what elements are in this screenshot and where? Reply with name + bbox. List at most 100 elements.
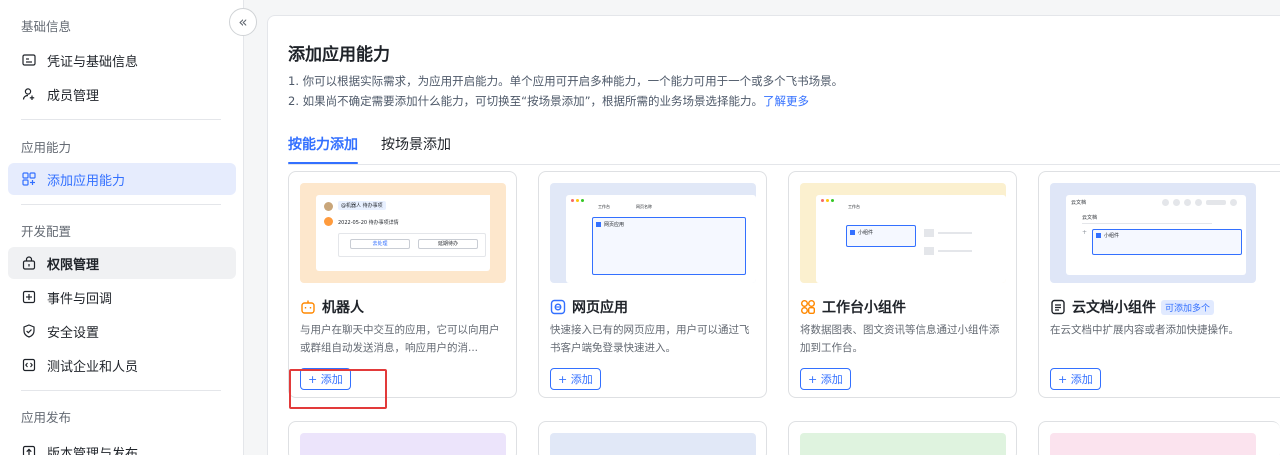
capability-card-row2[interactable] xyxy=(288,421,517,455)
id-card-icon xyxy=(22,53,36,67)
avatar xyxy=(324,202,333,211)
preview-square xyxy=(1096,233,1101,238)
preview-window: 工作台 小组件 xyxy=(816,195,1006,283)
doc-widget-icon xyxy=(1050,299,1066,315)
event-icon xyxy=(22,290,36,304)
tab-divider xyxy=(288,164,1280,165)
sidebar-item-release[interactable]: 版本管理与发布 xyxy=(8,436,236,455)
sidebar-item-label: 测试企业和人员 xyxy=(47,359,139,375)
add-web-app-button[interactable]: + 添加 xyxy=(550,368,601,390)
group-title-basic: 基础信息 xyxy=(21,19,72,34)
sidebar-item-add-capability[interactable]: 添加应用能力 xyxy=(8,163,236,195)
preview-app-label: 网页应用 xyxy=(604,222,625,228)
capability-card-workplace-widget[interactable]: 工作台 小组件 工作台小组件 将数据图表、图文资讯等信息通过小组件添加到工作台。… xyxy=(788,171,1017,398)
card-title: 网页应用 xyxy=(550,297,628,317)
card-preview-strip xyxy=(1050,433,1256,455)
preview-placeholder xyxy=(924,229,934,237)
preview-widget-box xyxy=(846,225,916,247)
learn-more-link[interactable]: 了解更多 xyxy=(763,94,809,108)
preview-tab-1: 工作台 xyxy=(598,204,610,209)
tab-by-capability[interactable]: 按能力添加 xyxy=(288,134,358,164)
sidebar-item-permissions[interactable]: 权限管理 xyxy=(8,247,236,279)
card-description: 与用户在聊天中交互的应用，它可以向用户或群组自动发送消息，响应用户的消... xyxy=(300,324,500,354)
preview-chat-card: @机器人 待办事项 2022-05-20 待办事项详情 去处理 延期待办 xyxy=(316,195,490,271)
sidebar-item-security[interactable]: 安全设置 xyxy=(8,315,236,347)
preview-placeholder xyxy=(1206,200,1226,205)
widget-icon xyxy=(800,299,816,315)
sidebar-item-test-tenants[interactable]: 测试企业和人员 xyxy=(8,349,236,381)
preview-window: 工作台 网页名称 网页应用 xyxy=(566,195,756,283)
card-description: 在云文档中扩展内容或者添加快捷操作。 xyxy=(1050,324,1239,336)
sidebar-item-label: 事件与回调 xyxy=(47,291,113,307)
window-dot xyxy=(576,199,579,202)
tab-by-scenario[interactable]: 按场景添加 xyxy=(381,134,451,164)
sidebar-item-members[interactable]: 成员管理 xyxy=(8,78,236,110)
preview-placeholder xyxy=(1184,199,1191,206)
preview-placeholder xyxy=(938,250,972,252)
upload-icon xyxy=(22,445,36,455)
capability-card-row2[interactable] xyxy=(788,421,1017,455)
robot-icon xyxy=(300,299,316,315)
group-title-capability: 应用能力 xyxy=(21,140,72,155)
preview-square xyxy=(850,230,855,235)
preview-window: 云文档 云文档 + 小组件 xyxy=(1066,195,1246,275)
avatar xyxy=(324,217,333,226)
card-title-text: 机器人 xyxy=(322,300,364,316)
card-title-text: 工作台小组件 xyxy=(822,300,906,316)
add-workplace-widget-button[interactable]: + 添加 xyxy=(800,368,851,390)
capability-card-row2[interactable] xyxy=(1038,421,1280,455)
add-doc-widget-button[interactable]: + 添加 xyxy=(1050,368,1101,390)
capability-card-doc-widget[interactable]: 云文档 云文档 + 小组件 云文档小组件 可添加多个 在云文档中扩展内容或者添加… xyxy=(1038,171,1280,398)
card-title: 工作台小组件 xyxy=(800,297,906,317)
user-add-icon xyxy=(22,87,36,101)
page-title: 添加应用能力 xyxy=(288,45,390,65)
window-dot xyxy=(821,199,824,202)
double-chevron-left-icon: « xyxy=(238,13,248,31)
preview-btn-1: 去处理 xyxy=(350,239,410,249)
sidebar-item-events[interactable]: 事件与回调 xyxy=(8,281,236,313)
sidebar-item-label: 版本管理与发布 xyxy=(47,446,139,455)
card-title: 云文档小组件 可添加多个 xyxy=(1050,297,1215,317)
window-dot xyxy=(831,199,834,202)
sidebar: 基础信息 凭证与基础信息 成员管理 应用能力 添加应用能力 开发配置 权限管理 … xyxy=(0,0,244,455)
group-title-release: 应用发布 xyxy=(21,410,72,425)
web-app-preview-image: 工作台 网页名称 网页应用 xyxy=(550,183,756,283)
window-dot xyxy=(571,199,574,202)
preview-widget-label: 小组件 xyxy=(858,230,874,236)
preview-tab-1: 工作台 xyxy=(848,204,860,209)
preview-sub: 云文档 xyxy=(1082,215,1098,221)
preview-tab-2: 网页名称 xyxy=(636,204,652,209)
card-title: 机器人 xyxy=(300,297,364,317)
description-line-1: 1. 你可以根据实际需求，为应用开启能力。单个应用可开启多种能力，一个能力可用于… xyxy=(288,74,844,88)
card-description: 将数据图表、图文资讯等信息通过小组件添加到工作台。 xyxy=(800,324,1000,354)
shield-icon xyxy=(22,324,36,338)
capability-card-bot[interactable]: @机器人 待办事项 2022-05-20 待办事项详情 去处理 延期待办 机器人… xyxy=(288,171,517,398)
card-preview-strip xyxy=(800,433,1006,455)
sidebar-item-label: 凭证与基础信息 xyxy=(47,54,139,70)
description-text: 2. 如果尚不确定需要添加什么能力，可切换至“按场景添加”，根据所需的业务场景选… xyxy=(288,94,764,108)
test-icon xyxy=(22,358,36,372)
preview-placeholder xyxy=(1162,199,1169,206)
capability-card-row2[interactable] xyxy=(538,421,767,455)
web-app-icon xyxy=(550,299,566,315)
divider xyxy=(21,119,221,120)
capability-card-web-app[interactable]: 工作台 网页名称 网页应用 网页应用 快速接入已有的网页应用，用户可以通过飞书客… xyxy=(538,171,767,398)
sidebar-item-credentials[interactable]: 凭证与基础信息 xyxy=(8,44,236,76)
bot-preview-image: @机器人 待办事项 2022-05-20 待办事项详情 去处理 延期待办 xyxy=(300,183,506,283)
sidebar-item-label: 权限管理 xyxy=(47,257,100,273)
window-dot xyxy=(826,199,829,202)
preview-placeholder xyxy=(1173,199,1180,206)
widget-preview-image: 工作台 小组件 xyxy=(800,183,1006,283)
sidebar-item-label: 成员管理 xyxy=(47,88,100,104)
collapse-sidebar-button[interactable]: « xyxy=(229,8,257,36)
card-title-text: 网页应用 xyxy=(572,300,628,316)
preview-header: 云文档 xyxy=(1071,200,1087,206)
preview-square xyxy=(596,222,601,227)
card-description: 快速接入已有的网页应用，用户可以通过飞书客户端免登录快速进入。 xyxy=(550,324,750,354)
lock-icon xyxy=(22,256,36,270)
divider xyxy=(21,390,221,391)
preview-widget-label: 小组件 xyxy=(1104,233,1120,239)
preview-placeholder xyxy=(1195,199,1202,206)
sidebar-item-label: 添加应用能力 xyxy=(47,173,126,189)
preview-placeholder xyxy=(938,232,972,234)
